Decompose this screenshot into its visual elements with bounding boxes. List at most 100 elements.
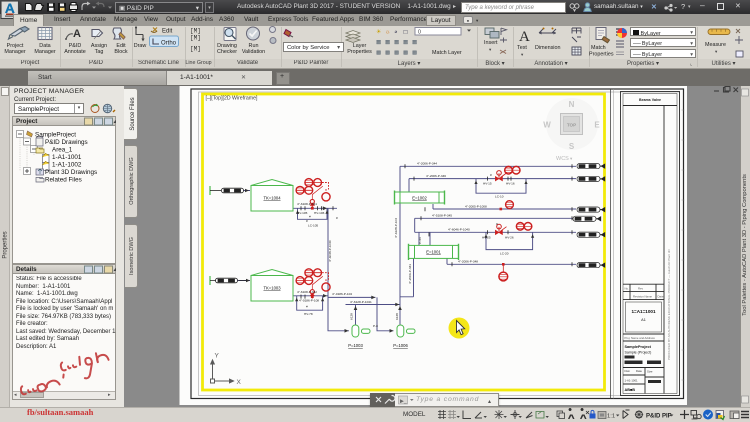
svg-text:4"-6048-P-1040: 4"-6048-P-1040 — [328, 240, 332, 262]
svg-text:TK=1003: TK=1003 — [263, 286, 281, 291]
svg-text:Revision Name: Revision Name — [633, 295, 652, 299]
svg-text:4"-6108-P-342: 4"-6108-P-342 — [297, 290, 317, 294]
svg-text:P=1006: P=1006 — [393, 343, 408, 348]
svg-text:◕: ◕ — [394, 30, 398, 36]
svg-text:[M]: [M] — [190, 35, 201, 42]
svg-text:WCS: WCS — [556, 156, 569, 162]
svg-text:HV-105: HV-105 — [297, 211, 308, 215]
svg-text:AB■B: AB■B — [625, 388, 636, 392]
svg-text:6128: 6128 — [395, 313, 399, 320]
svg-text:Tool Palettes - AutoCAD Plant: Tool Palettes - AutoCAD Plant 3D - Pipin… — [742, 174, 748, 316]
svg-text:☼: ☼ — [385, 30, 391, 36]
svg-text:Match: Match — [591, 45, 606, 51]
svg-text:[M]: [M] — [190, 28, 201, 35]
svg-text:TK=1004: TK=1004 — [263, 196, 281, 201]
svg-text:Dwn: Dwn — [625, 369, 631, 373]
svg-text:▶_: ▶_ — [400, 399, 407, 405]
svg-text:Sample (Project): Sample (Project) — [625, 351, 652, 355]
svg-text:Date: Date — [658, 295, 664, 299]
svg-text:LC-105: LC-105 — [308, 224, 318, 228]
svg-text:LC-10: LC-10 — [495, 195, 504, 199]
svg-text:Dimension: Dimension — [535, 45, 560, 51]
svg-text:X: X — [237, 379, 242, 386]
svg-text:Rev: Rev — [638, 287, 644, 291]
svg-text:4"-5108-P-345: 4"-5108-P-345 — [432, 214, 452, 218]
svg-text:P-8: P-8 — [373, 324, 378, 328]
svg-text:#: # — [306, 305, 308, 309]
svg-text:HV-78: HV-78 — [304, 312, 313, 316]
svg-text:A: A — [73, 28, 81, 40]
svg-text:☀: ☀ — [376, 29, 381, 36]
svg-text:Related Files: Related Files — [45, 177, 82, 184]
svg-text:P&ID Drawings: P&ID Drawings — [45, 139, 88, 146]
svg-text:▩: ▩ — [403, 40, 409, 46]
svg-text:HV-16: HV-16 — [506, 182, 515, 186]
svg-text:▩: ▩ — [376, 50, 382, 56]
svg-text:Ortho: Ortho — [161, 41, 177, 47]
svg-text:4"-0186-P-108: 4"-0186-P-108 — [299, 298, 319, 302]
svg-text:▩: ▩ — [385, 40, 391, 46]
svg-text:▩: ▩ — [394, 50, 400, 56]
svg-text:Proj. Name and Address: Proj. Name and Address — [625, 336, 656, 340]
svg-text:▾: ▾ — [521, 52, 524, 57]
svg-text:P=1003: P=1003 — [348, 343, 363, 348]
svg-text:▩: ▩ — [394, 40, 400, 46]
svg-text:[–][Top][2D Wireframe]: [–][Top][2D Wireframe] — [206, 96, 258, 102]
svg-text:Beams Valve: Beams Valve — [639, 98, 661, 102]
svg-text:HV-106: HV-106 — [314, 211, 325, 215]
svg-text:A: A — [519, 29, 530, 45]
svg-text:1-A1-1001: 1-A1-1001 — [625, 379, 639, 383]
svg-text:▩: ▩ — [403, 50, 409, 56]
svg-text:Y: Y — [215, 353, 220, 360]
svg-text:HV-26: HV-26 — [505, 236, 514, 240]
svg-text:▾: ▾ — [489, 47, 492, 52]
svg-text:Insert: Insert — [484, 40, 498, 46]
svg-text:Text: Text — [517, 45, 527, 51]
svg-text:#: # — [496, 222, 498, 226]
svg-text:Plant 3D Drawings: Plant 3D Drawings — [45, 169, 97, 176]
svg-text:Properties: Properties — [589, 52, 614, 58]
svg-text:▾: ▾ — [715, 49, 718, 54]
svg-text:▩: ▩ — [412, 40, 418, 46]
svg-text:Orthographic DWG: Orthographic DWG — [129, 157, 135, 205]
svg-text:6128: 6128 — [350, 313, 354, 320]
svg-text:Edit: Edit — [162, 29, 173, 35]
svg-text:E=1002: E=1002 — [412, 196, 427, 201]
svg-text:4"-2006-P-344: 4"-2006-P-344 — [417, 162, 437, 166]
svg-text:#: # — [306, 219, 308, 223]
svg-text:1:1: 1:1 — [607, 414, 615, 420]
svg-text:Properties: Properties — [3, 231, 9, 258]
svg-text:▩: ▩ — [412, 50, 418, 56]
svg-text:▴: ▴ — [488, 399, 491, 405]
svg-text:LC-20: LC-20 — [500, 252, 509, 256]
svg-text:PRODUCED BY AN AUTODESK EDUCAT: PRODUCED BY AN AUTODESK EDUCATIONAL PROD… — [667, 248, 671, 360]
svg-text:Isometric DWG: Isometric DWG — [129, 237, 135, 275]
svg-text:4"-2005-P-1008: 4"-2005-P-1008 — [465, 205, 487, 209]
svg-text:SampleProject: SampleProject — [625, 345, 652, 349]
svg-text:4"-2006-P-346: 4"-2006-P-346 — [426, 174, 446, 178]
svg-text:Match Layer: Match Layer — [432, 50, 462, 56]
svg-text:4"-2006-P-348: 4"-2006-P-348 — [458, 260, 478, 264]
svg-text:Source Files: Source Files — [130, 97, 136, 130]
svg-text:E: E — [594, 121, 600, 130]
svg-text:SampleProject: SampleProject — [35, 132, 76, 139]
svg-text:▩: ▩ — [376, 40, 382, 46]
svg-text:4"-6046-P-1040: 4"-6046-P-1040 — [448, 228, 470, 232]
svg-text:HV-25: HV-25 — [482, 236, 491, 240]
svg-text:1-A1-1002: 1-A1-1002 — [52, 162, 82, 169]
svg-text:No.: No. — [625, 287, 630, 291]
svg-text:Measure: Measure — [705, 42, 726, 48]
svg-text:4"-2006-P-341: 4"-2006-P-341 — [408, 264, 412, 284]
svg-text:0: 0 — [418, 30, 421, 36]
svg-text:1-A1-1001: 1-A1-1001 — [52, 154, 82, 161]
svg-text:Date: Date — [636, 369, 642, 373]
svg-text:A1: A1 — [641, 318, 646, 322]
svg-text:◻: ◻ — [403, 30, 408, 36]
svg-text:P-34: P-34 — [418, 237, 422, 244]
svg-text:N: N — [569, 100, 575, 109]
svg-text:4"-0186-P-104: 4"-0186-P-104 — [332, 292, 352, 296]
svg-text:P&ID PIP: P&ID PIP — [646, 414, 672, 420]
svg-text:#: # — [309, 215, 311, 219]
svg-text:Area_1: Area_1 — [52, 147, 73, 154]
svg-text:4"-6128-P-104: 4"-6128-P-104 — [394, 218, 398, 238]
